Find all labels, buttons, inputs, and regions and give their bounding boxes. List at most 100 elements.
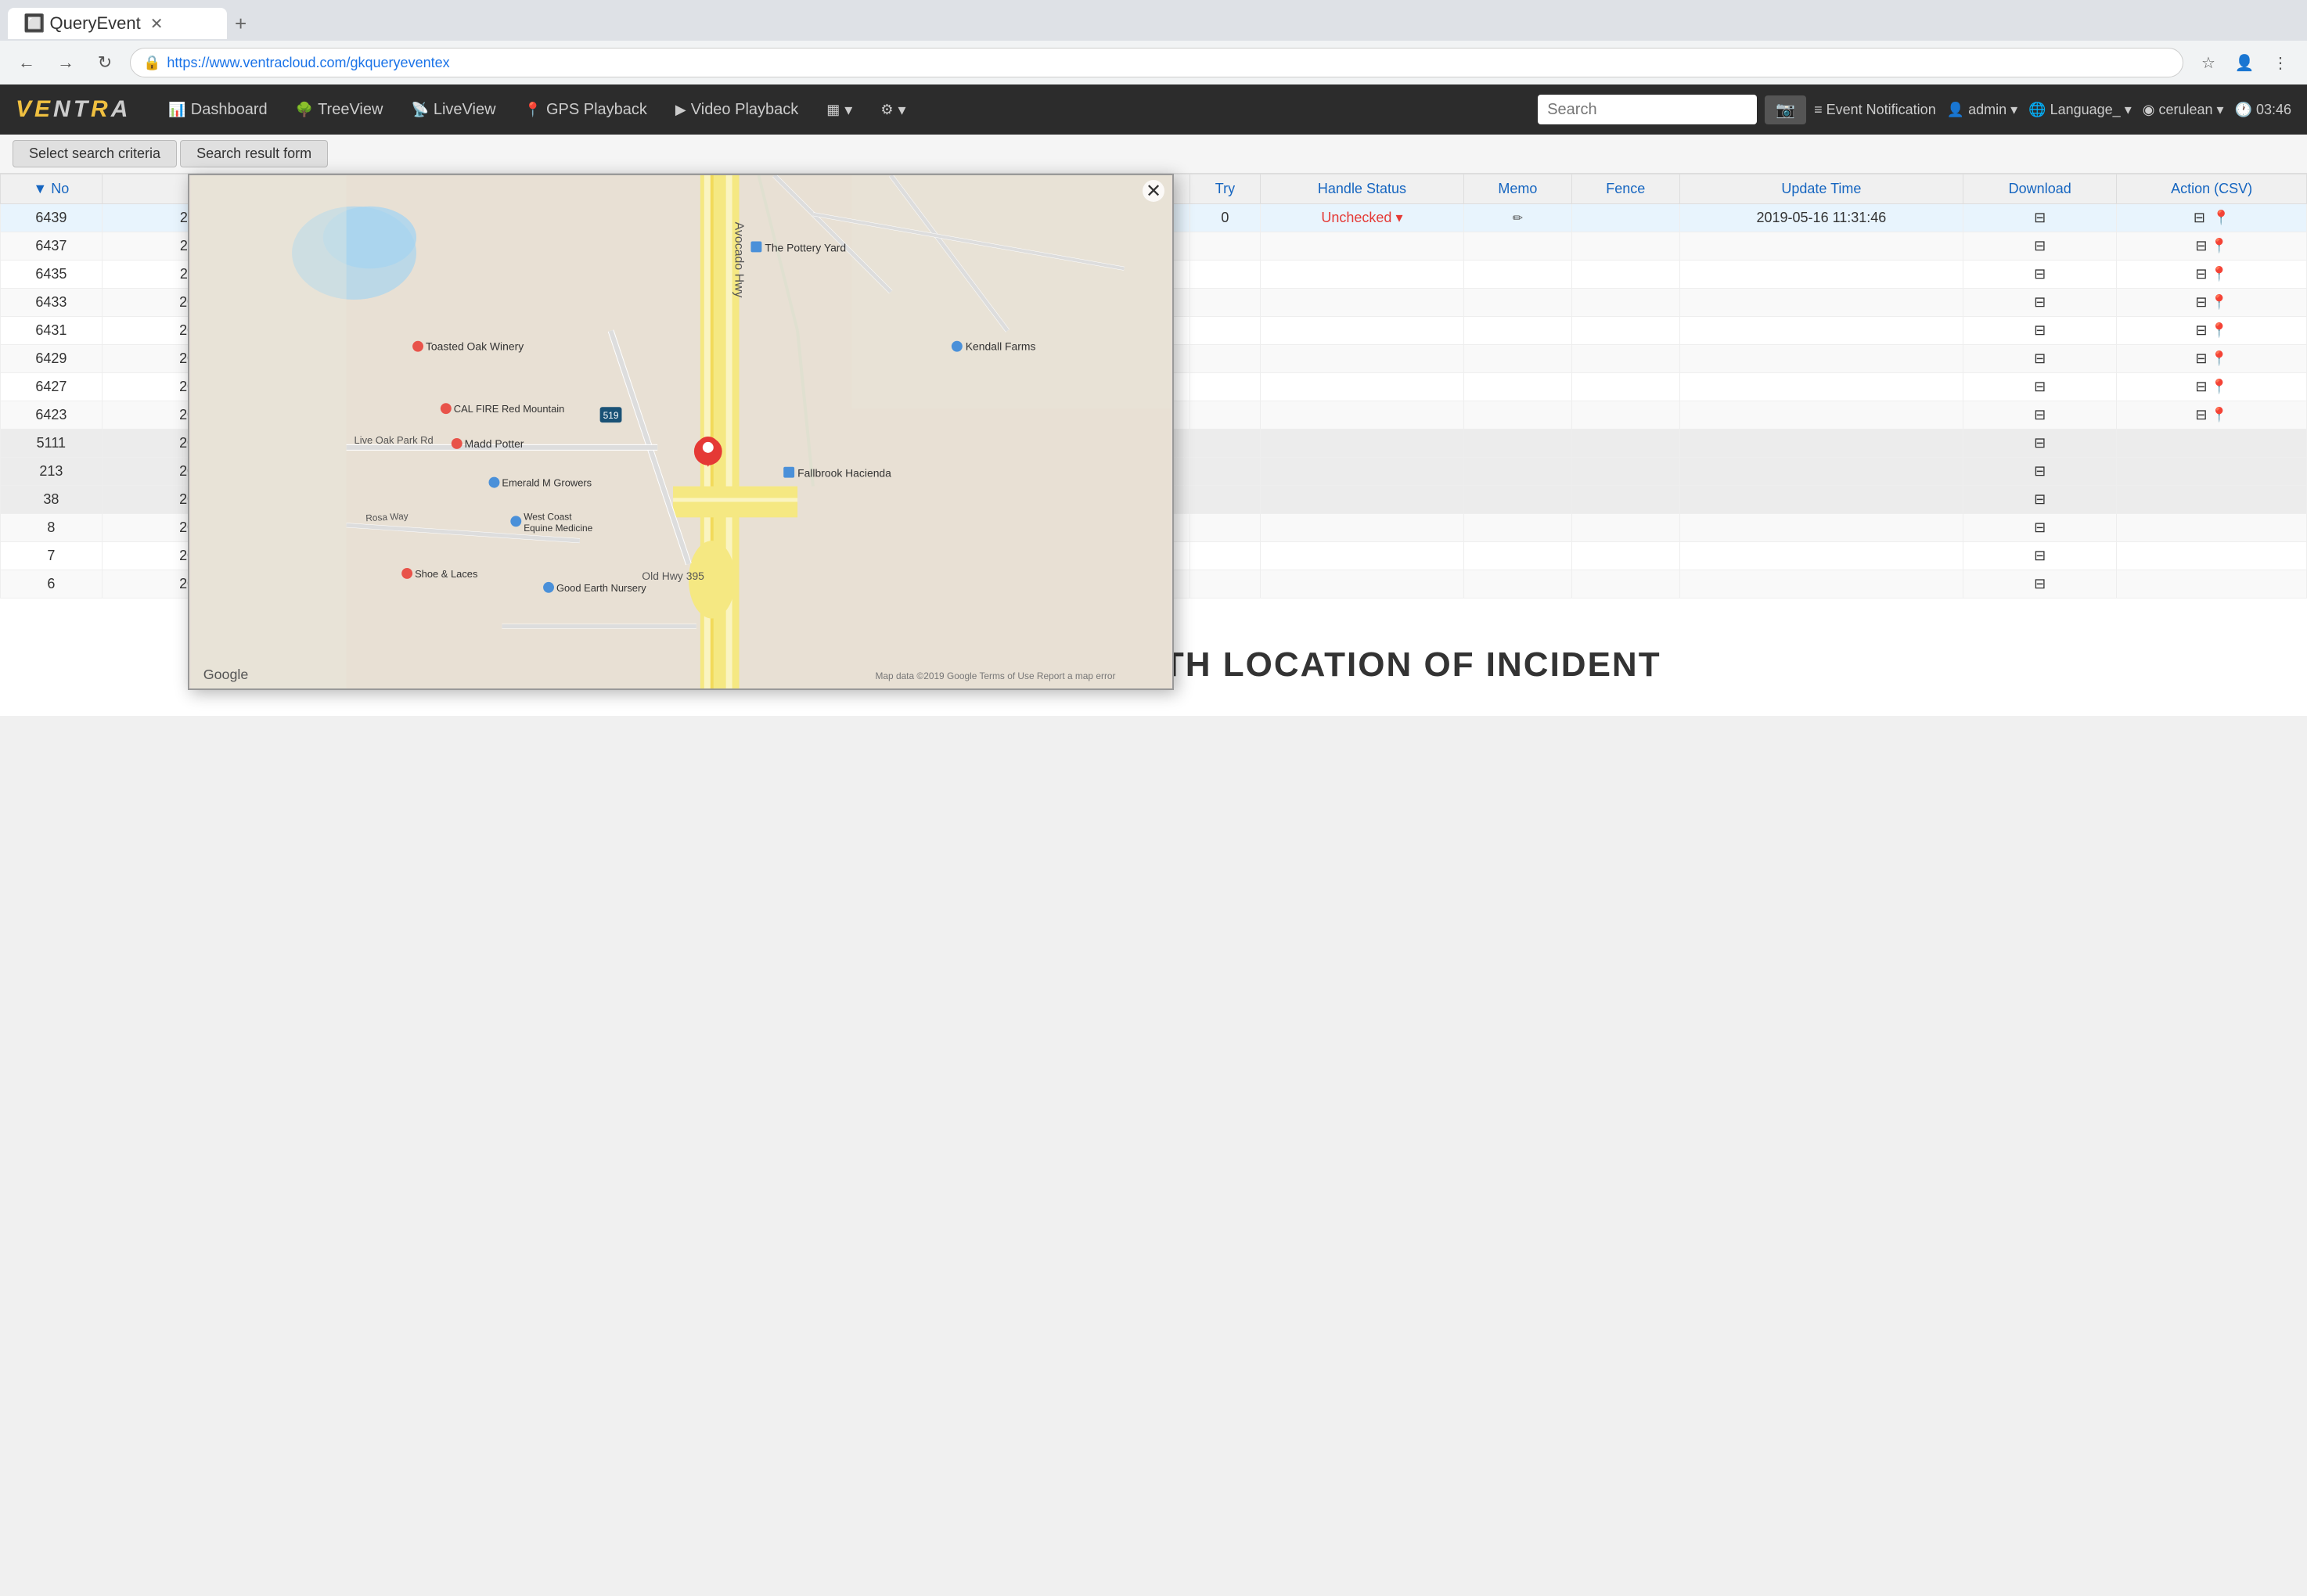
nav-label-treeview: TreeView — [318, 101, 383, 119]
map-close-button[interactable]: ✕ — [1143, 180, 1164, 202]
download-icon[interactable]: ⊟ — [2034, 266, 2046, 282]
nav-item-gps-playback[interactable]: 📍 GPS Playback — [510, 84, 661, 135]
csv-icon[interactable]: ⊟ — [2195, 238, 2207, 253]
location-icon[interactable]: 📍 — [2210, 294, 2227, 310]
select-criteria-button[interactable]: Select search criteria — [13, 140, 177, 167]
cell-download[interactable]: ⊟ — [1963, 458, 2117, 486]
csv-icon[interactable]: ⊟ — [2194, 210, 2205, 225]
download-icon[interactable]: ⊟ — [2034, 576, 2046, 591]
cell-download[interactable]: ⊟ — [1963, 570, 2117, 598]
bookmark-icon[interactable]: ☆ — [2194, 49, 2222, 77]
back-button[interactable]: ← — [13, 49, 41, 77]
app-container: VENTRA 📊 Dashboard 🌳 TreeView 📡 LiveView… — [0, 84, 2307, 716]
search-input[interactable] — [1547, 101, 1747, 119]
active-tab[interactable]: 🔲 QueryEvent ✕ — [8, 8, 227, 39]
location-icon[interactable]: 📍 — [2212, 210, 2230, 225]
download-icon[interactable]: ⊟ — [2034, 350, 2046, 366]
col-memo: Memo — [1464, 174, 1572, 204]
admin-menu[interactable]: 👤 admin ▾ — [1947, 102, 2017, 118]
download-icon[interactable]: ⊟ — [2034, 238, 2046, 253]
nav-item-liveview[interactable]: 📡 LiveView — [397, 84, 509, 135]
new-tab-button[interactable]: + — [235, 12, 247, 36]
svg-text:Madd Potter: Madd Potter — [465, 437, 524, 450]
cell-download[interactable]: ⊟ — [1963, 289, 2117, 317]
cell-no: 6439 — [1, 204, 103, 232]
download-icon[interactable]: ⊟ — [2034, 491, 2046, 507]
location-icon[interactable]: 📍 — [2210, 322, 2227, 338]
theme-menu[interactable]: ◉ cerulean ▾ — [2143, 102, 2224, 118]
cell-download[interactable]: ⊟ — [1963, 232, 2117, 261]
csv-icon[interactable]: ⊟ — [2195, 294, 2207, 310]
handle-status-dropdown[interactable]: Unchecked ▾ — [1321, 210, 1402, 225]
event-notification-button[interactable]: ≡ Event Notification — [1814, 102, 1936, 118]
settings-icon: ⚙ — [880, 102, 893, 118]
location-icon[interactable]: 📍 — [2210, 379, 2227, 394]
svg-text:Old Hwy 395: Old Hwy 395 — [642, 570, 704, 582]
download-icon[interactable]: ⊟ — [2034, 435, 2046, 451]
col-no[interactable]: ▼ No — [1, 174, 103, 204]
cell-action[interactable]: ⊟📍 — [2117, 261, 2307, 289]
location-icon[interactable]: 📍 — [2210, 407, 2227, 422]
cell-no: 5111 — [1, 430, 103, 458]
more-icon[interactable]: ⋮ — [2266, 49, 2294, 77]
search-box[interactable] — [1538, 95, 1757, 124]
download-icon[interactable]: ⊟ — [2034, 463, 2046, 479]
cell-download[interactable]: ⊟ — [1963, 317, 2117, 345]
cell-memo[interactable]: ✏ — [1464, 204, 1572, 232]
cell-download[interactable]: ⊟ — [1963, 486, 2117, 514]
cell-download[interactable]: ⊟ — [1963, 542, 2117, 570]
svg-text:Map data ©2019 Google Terms o: Map data ©2019 Google Terms of Use Repor… — [875, 670, 1115, 681]
cell-action[interactable]: ⊟📍 — [2117, 289, 2307, 317]
cell-try — [1189, 232, 1260, 261]
download-icon[interactable]: ⊟ — [2034, 379, 2046, 394]
nav-item-treeview[interactable]: 🌳 TreeView — [282, 84, 398, 135]
cell-action[interactable]: ⊟📍 — [2117, 373, 2307, 401]
nav-item-dashboard[interactable]: 📊 Dashboard — [154, 84, 281, 135]
cell-handle-status — [1260, 232, 1463, 261]
csv-icon[interactable]: ⊟ — [2195, 266, 2207, 282]
cell-action — [2117, 514, 2307, 542]
nav-label-video: Video Playback — [691, 101, 799, 119]
cell-no: 6433 — [1, 289, 103, 317]
csv-icon[interactable]: ⊟ — [2195, 379, 2207, 394]
cell-action[interactable]: ⊟📍 — [2117, 401, 2307, 430]
location-icon[interactable]: 📍 — [2210, 266, 2227, 282]
csv-icon[interactable]: ⊟ — [2195, 322, 2207, 338]
download-icon[interactable]: ⊟ — [2034, 322, 2046, 338]
video-icon: ▶ — [675, 102, 686, 118]
cell-download[interactable]: ⊟ — [1963, 204, 2117, 232]
csv-icon[interactable]: ⊟ — [2195, 350, 2207, 366]
forward-button[interactable]: → — [52, 49, 80, 77]
cell-download[interactable]: ⊟ — [1963, 514, 2117, 542]
download-icon[interactable]: ⊟ — [2034, 548, 2046, 563]
cell-action[interactable]: ⊟📍 — [2117, 232, 2307, 261]
edit-memo-icon[interactable]: ✏ — [1513, 212, 1523, 225]
cell-download[interactable]: ⊟ — [1963, 430, 2117, 458]
tab-close-button[interactable]: ✕ — [150, 14, 164, 34]
svg-text:Kendall Farms: Kendall Farms — [966, 340, 1036, 353]
cell-download[interactable]: ⊟ — [1963, 401, 2117, 430]
download-icon[interactable]: ⊟ — [2034, 294, 2046, 310]
cell-action[interactable]: ⊟ 📍 — [2117, 204, 2307, 232]
user-icon[interactable]: 👤 — [2230, 49, 2258, 77]
cell-action[interactable]: ⊟📍 — [2117, 317, 2307, 345]
csv-icon[interactable]: ⊟ — [2195, 407, 2207, 422]
cell-download[interactable]: ⊟ — [1963, 261, 2117, 289]
cell-download[interactable]: ⊟ — [1963, 373, 2117, 401]
location-icon[interactable]: 📍 — [2210, 238, 2227, 253]
language-menu[interactable]: 🌐 Language_ ▾ — [2028, 102, 2132, 118]
cell-handle-status[interactable]: Unchecked ▾ — [1260, 204, 1463, 232]
location-icon[interactable]: 📍 — [2210, 350, 2227, 366]
download-icon[interactable]: ⊟ — [2034, 210, 2046, 225]
nav-item-grid[interactable]: ▦ ▾ — [812, 84, 866, 135]
address-bar[interactable]: 🔒 https://www.ventracloud.com/gkqueryeve… — [130, 48, 2183, 77]
download-icon[interactable]: ⊟ — [2034, 407, 2046, 422]
reload-button[interactable]: ↻ — [91, 49, 119, 77]
cell-download[interactable]: ⊟ — [1963, 345, 2117, 373]
camera-button[interactable]: 📷 — [1765, 95, 1806, 124]
nav-item-settings[interactable]: ⚙ ▾ — [866, 84, 920, 135]
cell-action[interactable]: ⊟📍 — [2117, 345, 2307, 373]
search-result-form-button[interactable]: Search result form — [180, 140, 328, 167]
download-icon[interactable]: ⊟ — [2034, 519, 2046, 535]
nav-item-video-playback[interactable]: ▶ Video Playback — [661, 84, 812, 135]
